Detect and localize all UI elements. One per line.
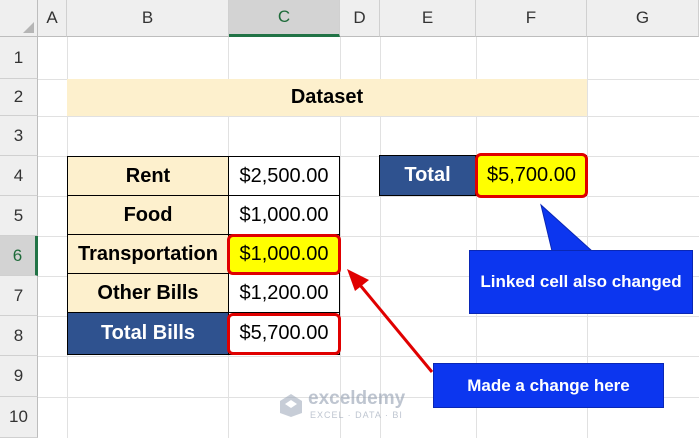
value-cell-other-bills[interactable]: $1,200.00 [228,273,340,313]
label-cell-other-bills[interactable]: Other Bills [67,273,229,313]
linked-total-label-cell[interactable]: Total [379,155,476,196]
label-cell-rent[interactable]: Rent [67,156,229,196]
select-all-triangle-icon [23,22,34,33]
row-header-6[interactable]: 6 [0,236,38,276]
row-header-4[interactable]: 4 [0,156,38,196]
select-all-corner[interactable] [0,0,38,37]
watermark-tagline: EXCEL · DATA · BI [310,410,403,420]
column-header-g[interactable]: G [587,0,699,37]
column-header-b[interactable]: B [67,0,229,37]
change-arrow-head-icon [347,269,369,291]
column-header-d[interactable]: D [340,0,380,37]
column-header-e[interactable]: E [380,0,476,37]
label-cell-transportation[interactable]: Transportation [67,234,229,274]
row-header-7[interactable]: 7 [0,276,38,316]
callout-pointer-tail [540,203,594,252]
row-header-8[interactable]: 8 [0,316,38,356]
changed-cell-highlight [227,234,341,275]
row-header-3[interactable]: 3 [0,116,38,156]
linked-cell-callout: Linked cell also changed [469,250,693,314]
total-cell-highlight [227,313,341,355]
change-arrow-line [358,284,434,373]
dataset-title-cell[interactable]: Dataset [67,79,587,116]
linked-cell-highlight [475,153,588,198]
label-cell-food[interactable]: Food [67,195,229,235]
change-callout: Made a change here [433,363,664,408]
row-header-5[interactable]: 5 [0,196,38,236]
value-cell-rent[interactable]: $2,500.00 [228,156,340,196]
row-header-2[interactable]: 2 [0,79,38,116]
exceldemy-logo-icon [280,394,302,417]
watermark-brand: exceldemy [308,388,406,409]
exceldemy-watermark: exceldemy EXCEL · DATA · BI [278,388,428,424]
column-header-c[interactable]: C [229,0,340,37]
column-header-a[interactable]: A [38,0,67,37]
gridline [38,116,699,117]
row-header-9[interactable]: 9 [0,356,38,397]
label-cell-total-bills[interactable]: Total Bills [67,312,229,355]
gridline [38,356,699,357]
row-header-10[interactable]: 10 [0,397,38,438]
column-header-f[interactable]: F [476,0,587,37]
row-header-1[interactable]: 1 [0,37,38,79]
value-cell-food[interactable]: $1,000.00 [228,195,340,235]
